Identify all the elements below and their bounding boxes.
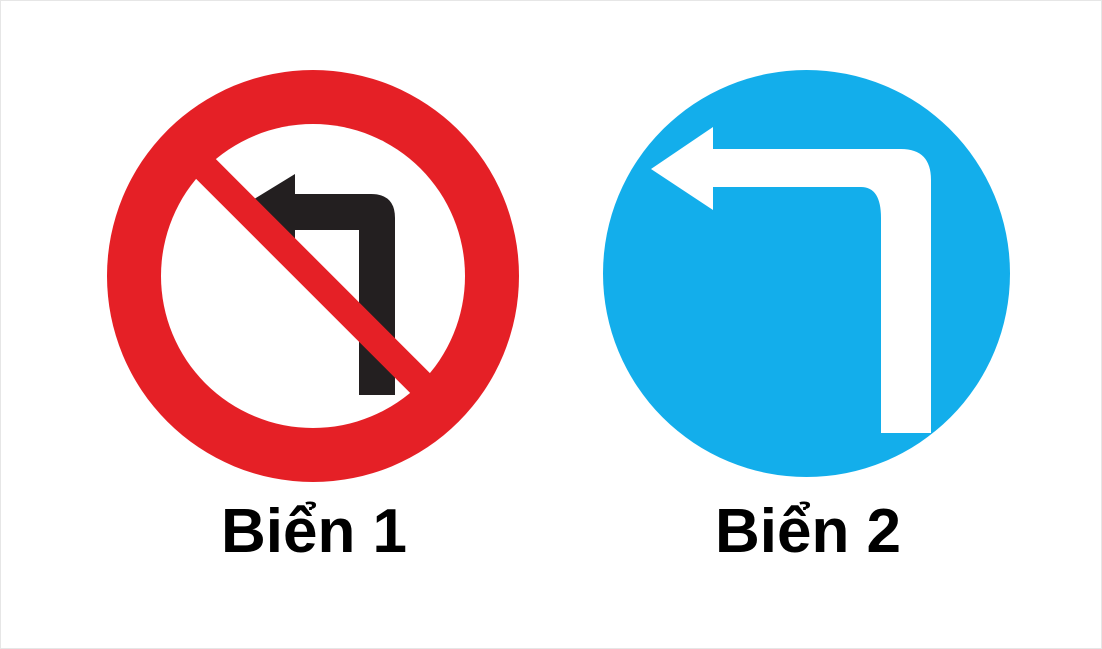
sign1-caption: Biển 1 xyxy=(220,497,408,566)
no-left-turn-sign-svg xyxy=(107,70,519,482)
sign2-blue-circle xyxy=(603,70,1010,477)
no-left-turn-sign-icon xyxy=(107,70,519,482)
sign2-caption: Biển 2 xyxy=(714,497,902,566)
figure: Biển 1 Biển 2 xyxy=(0,0,1102,649)
turn-left-sign-svg xyxy=(603,70,1010,477)
turn-left-sign-icon xyxy=(603,70,1010,477)
